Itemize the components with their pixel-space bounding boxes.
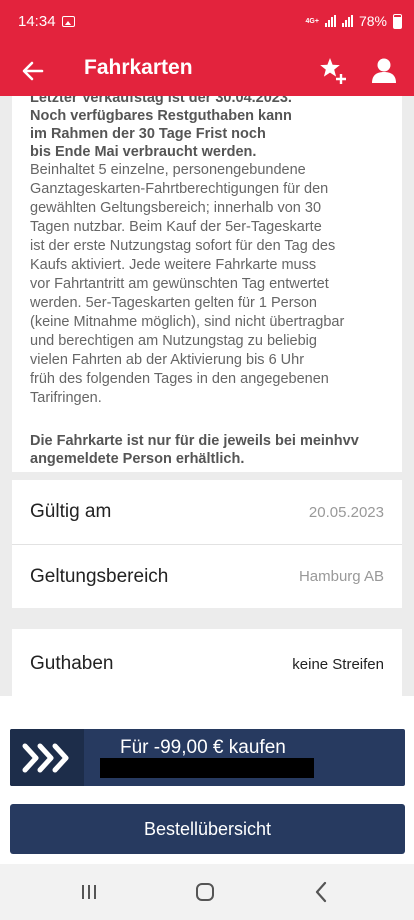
app-bar: Fahrkarten (0, 46, 414, 96)
sale-end-notice: Letzter Verkaufstag ist der 30.04.2023. … (30, 96, 292, 160)
area-row[interactable]: Geltungsbereich Hamburg AB (12, 544, 402, 608)
order-overview-button[interactable]: Bestellübersicht (10, 804, 405, 854)
home-button[interactable] (196, 883, 214, 901)
system-back-button[interactable] (314, 881, 328, 903)
valid-date-row[interactable]: Gültig am 20.05.2023 (12, 480, 402, 544)
signal-icon (324, 15, 336, 27)
valid-date-label: Gültig am (30, 501, 112, 522)
details-card: Gültig am 20.05.2023 Geltungsbereich Ham… (12, 480, 402, 608)
battery-percent: 78% (358, 13, 387, 29)
ticket-description: Beinhaltet 5 einzelne, personengebundene… (30, 162, 345, 406)
chevron-left-icon (315, 881, 327, 903)
recents-button[interactable] (80, 884, 98, 900)
signal-icon-2 (341, 15, 353, 27)
battery-icon (393, 13, 402, 29)
gallery-icon (62, 16, 75, 27)
content-scroll-area[interactable]: Letzter Verkaufstag ist der 30.04.2023. … (0, 96, 414, 696)
recents-icon (82, 885, 96, 899)
buy-button[interactable]: Für -99,00 € kaufen (10, 729, 405, 786)
system-nav-bar (0, 864, 414, 920)
credit-card: Guthaben keine Streifen (12, 629, 402, 696)
credit-row: Guthaben keine Streifen (12, 632, 402, 696)
redaction-bar (100, 758, 314, 778)
valid-date-value: 20.05.2023 (308, 503, 384, 521)
back-button[interactable] (20, 58, 46, 84)
status-indicators: 4G+ 78% (306, 13, 402, 29)
arrow-left-icon (22, 61, 44, 81)
network-type: 4G+ (305, 17, 319, 25)
star-add-icon (320, 58, 346, 84)
favorite-add-button[interactable] (318, 56, 348, 86)
credit-label: Guthaben (30, 653, 114, 674)
page-title: Fahrkarten (84, 56, 193, 79)
status-time: 14:34 (18, 13, 56, 30)
person-notice: Die Fahrkarte ist nur für die jeweils be… (30, 433, 359, 467)
credit-value: keine Streifen (292, 655, 384, 673)
buy-label: Für -99,00 € kaufen (120, 737, 286, 758)
area-value: Hamburg AB (298, 568, 384, 585)
area-label: Geltungsbereich (30, 565, 169, 587)
bottom-action-sheet: Für -99,00 € kaufen Bestellübersicht (0, 696, 414, 864)
person-icon (372, 58, 396, 83)
profile-button[interactable] (370, 56, 398, 84)
buy-arrows-box (10, 729, 84, 786)
triple-chevron-right-icon (22, 743, 69, 772)
description-card: Letzter Verkaufstag ist der 30.04.2023. … (12, 96, 402, 472)
status-bar: 14:34 4G+ 78% (0, 0, 414, 46)
